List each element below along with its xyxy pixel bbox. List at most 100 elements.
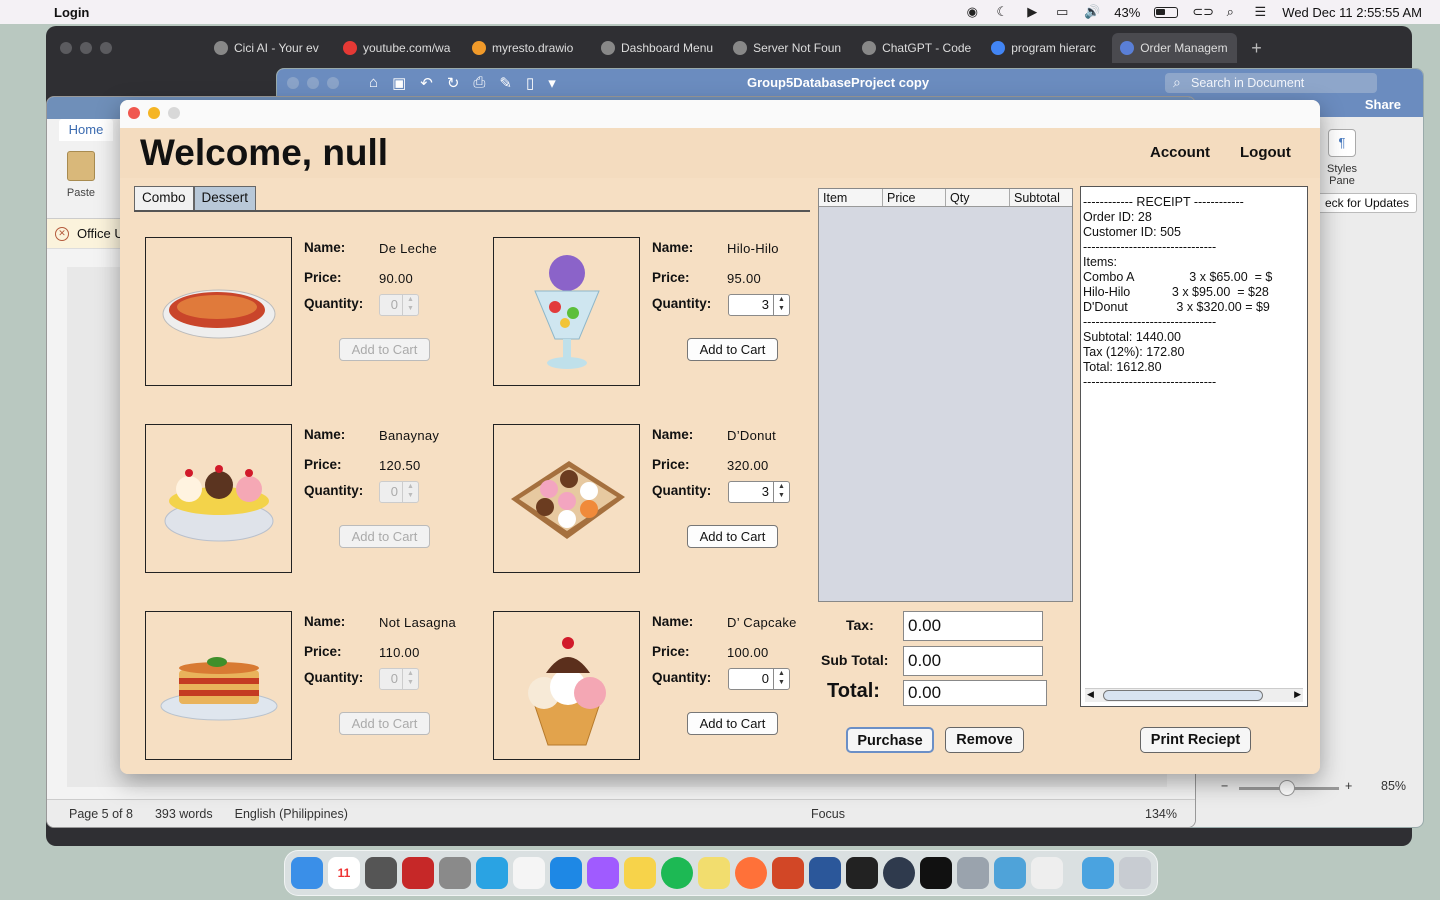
messenger-icon[interactable]	[587, 857, 619, 889]
system-settings-icon[interactable]	[439, 857, 471, 889]
more-icon[interactable]: ▾	[548, 74, 556, 92]
scroll-right-icon[interactable]: ▶	[1294, 689, 1301, 700]
document-icon[interactable]: ▯	[526, 74, 534, 92]
zoom-icon[interactable]	[100, 42, 112, 54]
cart-table[interactable]: Item Price Qty Subtotal	[818, 188, 1073, 602]
calculator-icon[interactable]	[365, 857, 397, 889]
calendar-icon[interactable]: 11	[328, 857, 360, 889]
zoom-out-button[interactable]: −	[1221, 779, 1228, 793]
powerpoint-icon[interactable]	[772, 857, 804, 889]
trash-icon[interactable]	[1119, 857, 1151, 889]
stickies-icon[interactable]	[698, 857, 730, 889]
telegram-icon[interactable]	[476, 857, 508, 889]
vs-icon[interactable]	[846, 857, 878, 889]
word-count[interactable]: 393 words	[155, 807, 213, 821]
quantity-stepper[interactable]: 0 ▲ ▼	[379, 668, 419, 690]
browser-tab[interactable]: ChatGPT - Code	[854, 33, 979, 63]
browser-tab[interactable]: Cici AI - Your ev	[206, 33, 331, 63]
save-icon[interactable]: ▣	[392, 74, 406, 92]
add-to-cart-button[interactable]: Add to Cart	[339, 525, 430, 548]
play-icon[interactable]: ▶	[1024, 4, 1040, 20]
check-updates-button[interactable]: eck for Updates	[1317, 193, 1417, 213]
terminal-icon[interactable]	[920, 857, 952, 889]
browser-tab[interactable]: Order Managem	[1112, 33, 1238, 63]
browser-tab[interactable]: Dashboard Menu	[593, 33, 721, 63]
display-icon[interactable]: ▭	[1054, 4, 1070, 20]
language[interactable]: English (Philippines)	[235, 807, 348, 821]
close-icon[interactable]: ✕	[55, 226, 69, 241]
word-icon[interactable]	[809, 857, 841, 889]
add-to-cart-button[interactable]: Add to Cart	[687, 712, 778, 735]
scrollbar-thumb[interactable]	[1103, 690, 1263, 701]
close-icon[interactable]	[287, 77, 299, 89]
styles-pane-button[interactable]: ¶ Styles Pane	[1319, 129, 1365, 187]
subtotal-field[interactable]: 0.00	[903, 646, 1043, 676]
reminders-icon[interactable]	[513, 857, 545, 889]
remove-button[interactable]: Remove	[945, 727, 1024, 753]
quantity-stepper[interactable]: 3 ▲ ▼	[728, 294, 790, 316]
close-icon[interactable]	[60, 42, 72, 54]
notes-icon[interactable]	[624, 857, 656, 889]
horizontal-scrollbar[interactable]: ◀ ▶	[1085, 688, 1303, 702]
tax-field[interactable]: 0.00	[903, 611, 1043, 641]
column-header[interactable]: Price	[883, 189, 946, 206]
search-input[interactable]: Search in Document	[1165, 72, 1377, 93]
redo-icon[interactable]: ↻	[447, 74, 460, 92]
quantity-stepper[interactable]: 0 ▲ ▼	[379, 481, 419, 503]
safari-icon[interactable]	[550, 857, 582, 889]
netbeans-icon[interactable]	[994, 857, 1026, 889]
zoom-icon[interactable]	[327, 77, 339, 89]
home-icon[interactable]: ⌂	[369, 74, 378, 92]
clock[interactable]: Wed Dec 11 2:55:55 AM	[1282, 5, 1422, 20]
battery-icon[interactable]	[1154, 6, 1179, 18]
zoom-slider-knob[interactable]	[1279, 780, 1295, 796]
stepper-arrows-icon[interactable]: ▲ ▼	[773, 669, 789, 689]
stepper-arrows-icon[interactable]: ▲ ▼	[773, 295, 789, 315]
add-to-cart-button[interactable]: Add to Cart	[687, 338, 778, 361]
quicktime-icon[interactable]	[883, 857, 915, 889]
finder-icon[interactable]	[291, 857, 323, 889]
stepper-arrows-icon[interactable]: ▲ ▼	[402, 482, 418, 502]
receipt-panel[interactable]: ------------ RECEIPT ------------ Order …	[1080, 186, 1308, 707]
close-icon[interactable]	[128, 107, 140, 119]
scroll-left-icon[interactable]: ◀	[1087, 689, 1094, 700]
app-name[interactable]: Login	[54, 5, 89, 20]
volume-icon[interactable]: 🔊	[1084, 4, 1100, 20]
print-icon[interactable]: ⎙	[473, 74, 485, 92]
browser-tab[interactable]: Server Not Foun	[725, 33, 850, 63]
focus-button[interactable]: Focus	[811, 807, 845, 821]
share-button[interactable]: Share	[1365, 97, 1401, 112]
tab-home[interactable]: Home	[59, 119, 113, 141]
minimize-icon[interactable]	[80, 42, 92, 54]
logout-link[interactable]: Logout	[1240, 144, 1291, 161]
browser-tab[interactable]: program hierarc	[983, 33, 1108, 63]
tab-combo[interactable]: Combo	[134, 186, 194, 210]
purchase-button[interactable]: Purchase	[846, 727, 934, 753]
edit-icon[interactable]: ✎	[499, 74, 512, 92]
column-header[interactable]: Qty	[946, 189, 1010, 206]
focus-moon-icon[interactable]: ☾	[994, 4, 1010, 20]
account-link[interactable]: Account	[1150, 144, 1210, 161]
user-icon[interactable]: ◉	[964, 4, 980, 20]
zoom-in-button[interactable]: +	[1345, 779, 1352, 793]
stepper-arrows-icon[interactable]: ▲ ▼	[402, 295, 418, 315]
add-to-cart-button[interactable]: Add to Cart	[687, 525, 778, 548]
print-receipt-button[interactable]: Print Reciept	[1140, 727, 1251, 753]
control-center-icon[interactable]: ☰	[1252, 4, 1268, 20]
java-icon[interactable]	[1031, 857, 1063, 889]
browser-tab[interactable]: youtube.com/wa	[335, 33, 460, 63]
page-count[interactable]: Page 5 of 8	[69, 807, 133, 821]
new-tab-button[interactable]: +	[1241, 38, 1272, 59]
stepper-arrows-icon[interactable]: ▲ ▼	[773, 482, 789, 502]
minimize-icon[interactable]	[307, 77, 319, 89]
column-header[interactable]: Subtotal	[1010, 189, 1072, 206]
zoom-icon[interactable]	[168, 107, 180, 119]
quantity-stepper[interactable]: 0 ▲ ▼	[379, 294, 419, 316]
photo-booth-icon[interactable]	[402, 857, 434, 889]
search-icon[interactable]: ⌕	[1222, 4, 1238, 20]
quantity-stepper[interactable]: 3 ▲ ▼	[728, 481, 790, 503]
column-header[interactable]: Item	[819, 189, 883, 206]
downloads-icon[interactable]	[1082, 857, 1114, 889]
minimize-icon[interactable]	[148, 107, 160, 119]
paste-button[interactable]: Paste	[61, 151, 101, 215]
